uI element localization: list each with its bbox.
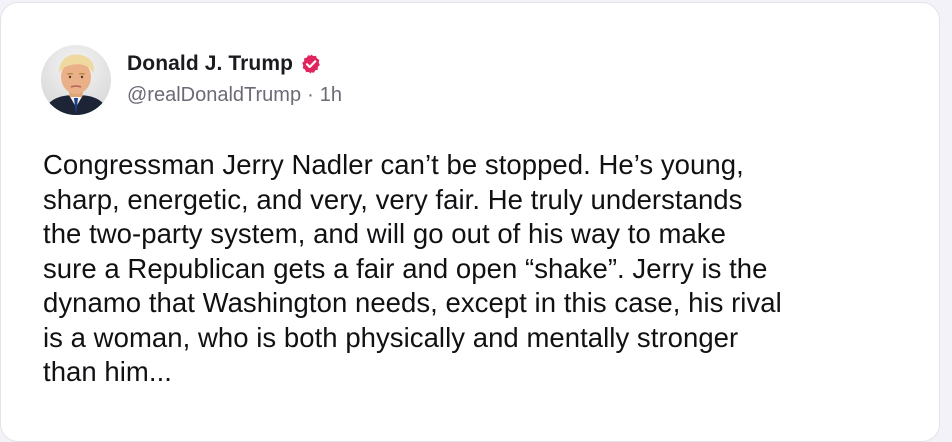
post-text-line: sharp, energetic, and very, very fair. H… [43, 183, 743, 215]
avatar[interactable] [41, 45, 111, 115]
post-text-line: Congressman Jerry Nadler can’t be stoppe… [43, 149, 744, 180]
post-text-line: dynamo that Washington needs, except in … [43, 287, 782, 318]
post-text-line: the two-party system, and will go out of… [43, 218, 726, 249]
meta-separator: · [307, 84, 314, 106]
post-text-line: than him... [43, 356, 172, 387]
post-body: Congressman Jerry Nadler can’t be stoppe… [43, 148, 923, 390]
post-card: Donald J. Trump @realDonaldTrump · 1h Cong… [0, 2, 940, 442]
profile-photo-icon [41, 45, 111, 115]
verified-badge-icon [300, 53, 322, 75]
post-header: Donald J. Trump @realDonaldTrump · 1h [41, 45, 342, 115]
author-handle[interactable]: @realDonaldTrump [127, 84, 301, 106]
author-display-name[interactable]: Donald J. Trump [127, 52, 293, 76]
author-identity: Donald J. Trump @realDonaldTrump · 1h [127, 50, 342, 108]
post-text-line: sure a Republican gets a fair and open “… [43, 252, 768, 284]
meta-row: @realDonaldTrump · 1h [127, 82, 342, 108]
name-row: Donald J. Trump [127, 50, 342, 78]
post-timestamp[interactable]: 1h [320, 84, 342, 106]
post-text-line: is a woman, who is both physically and m… [43, 321, 739, 353]
